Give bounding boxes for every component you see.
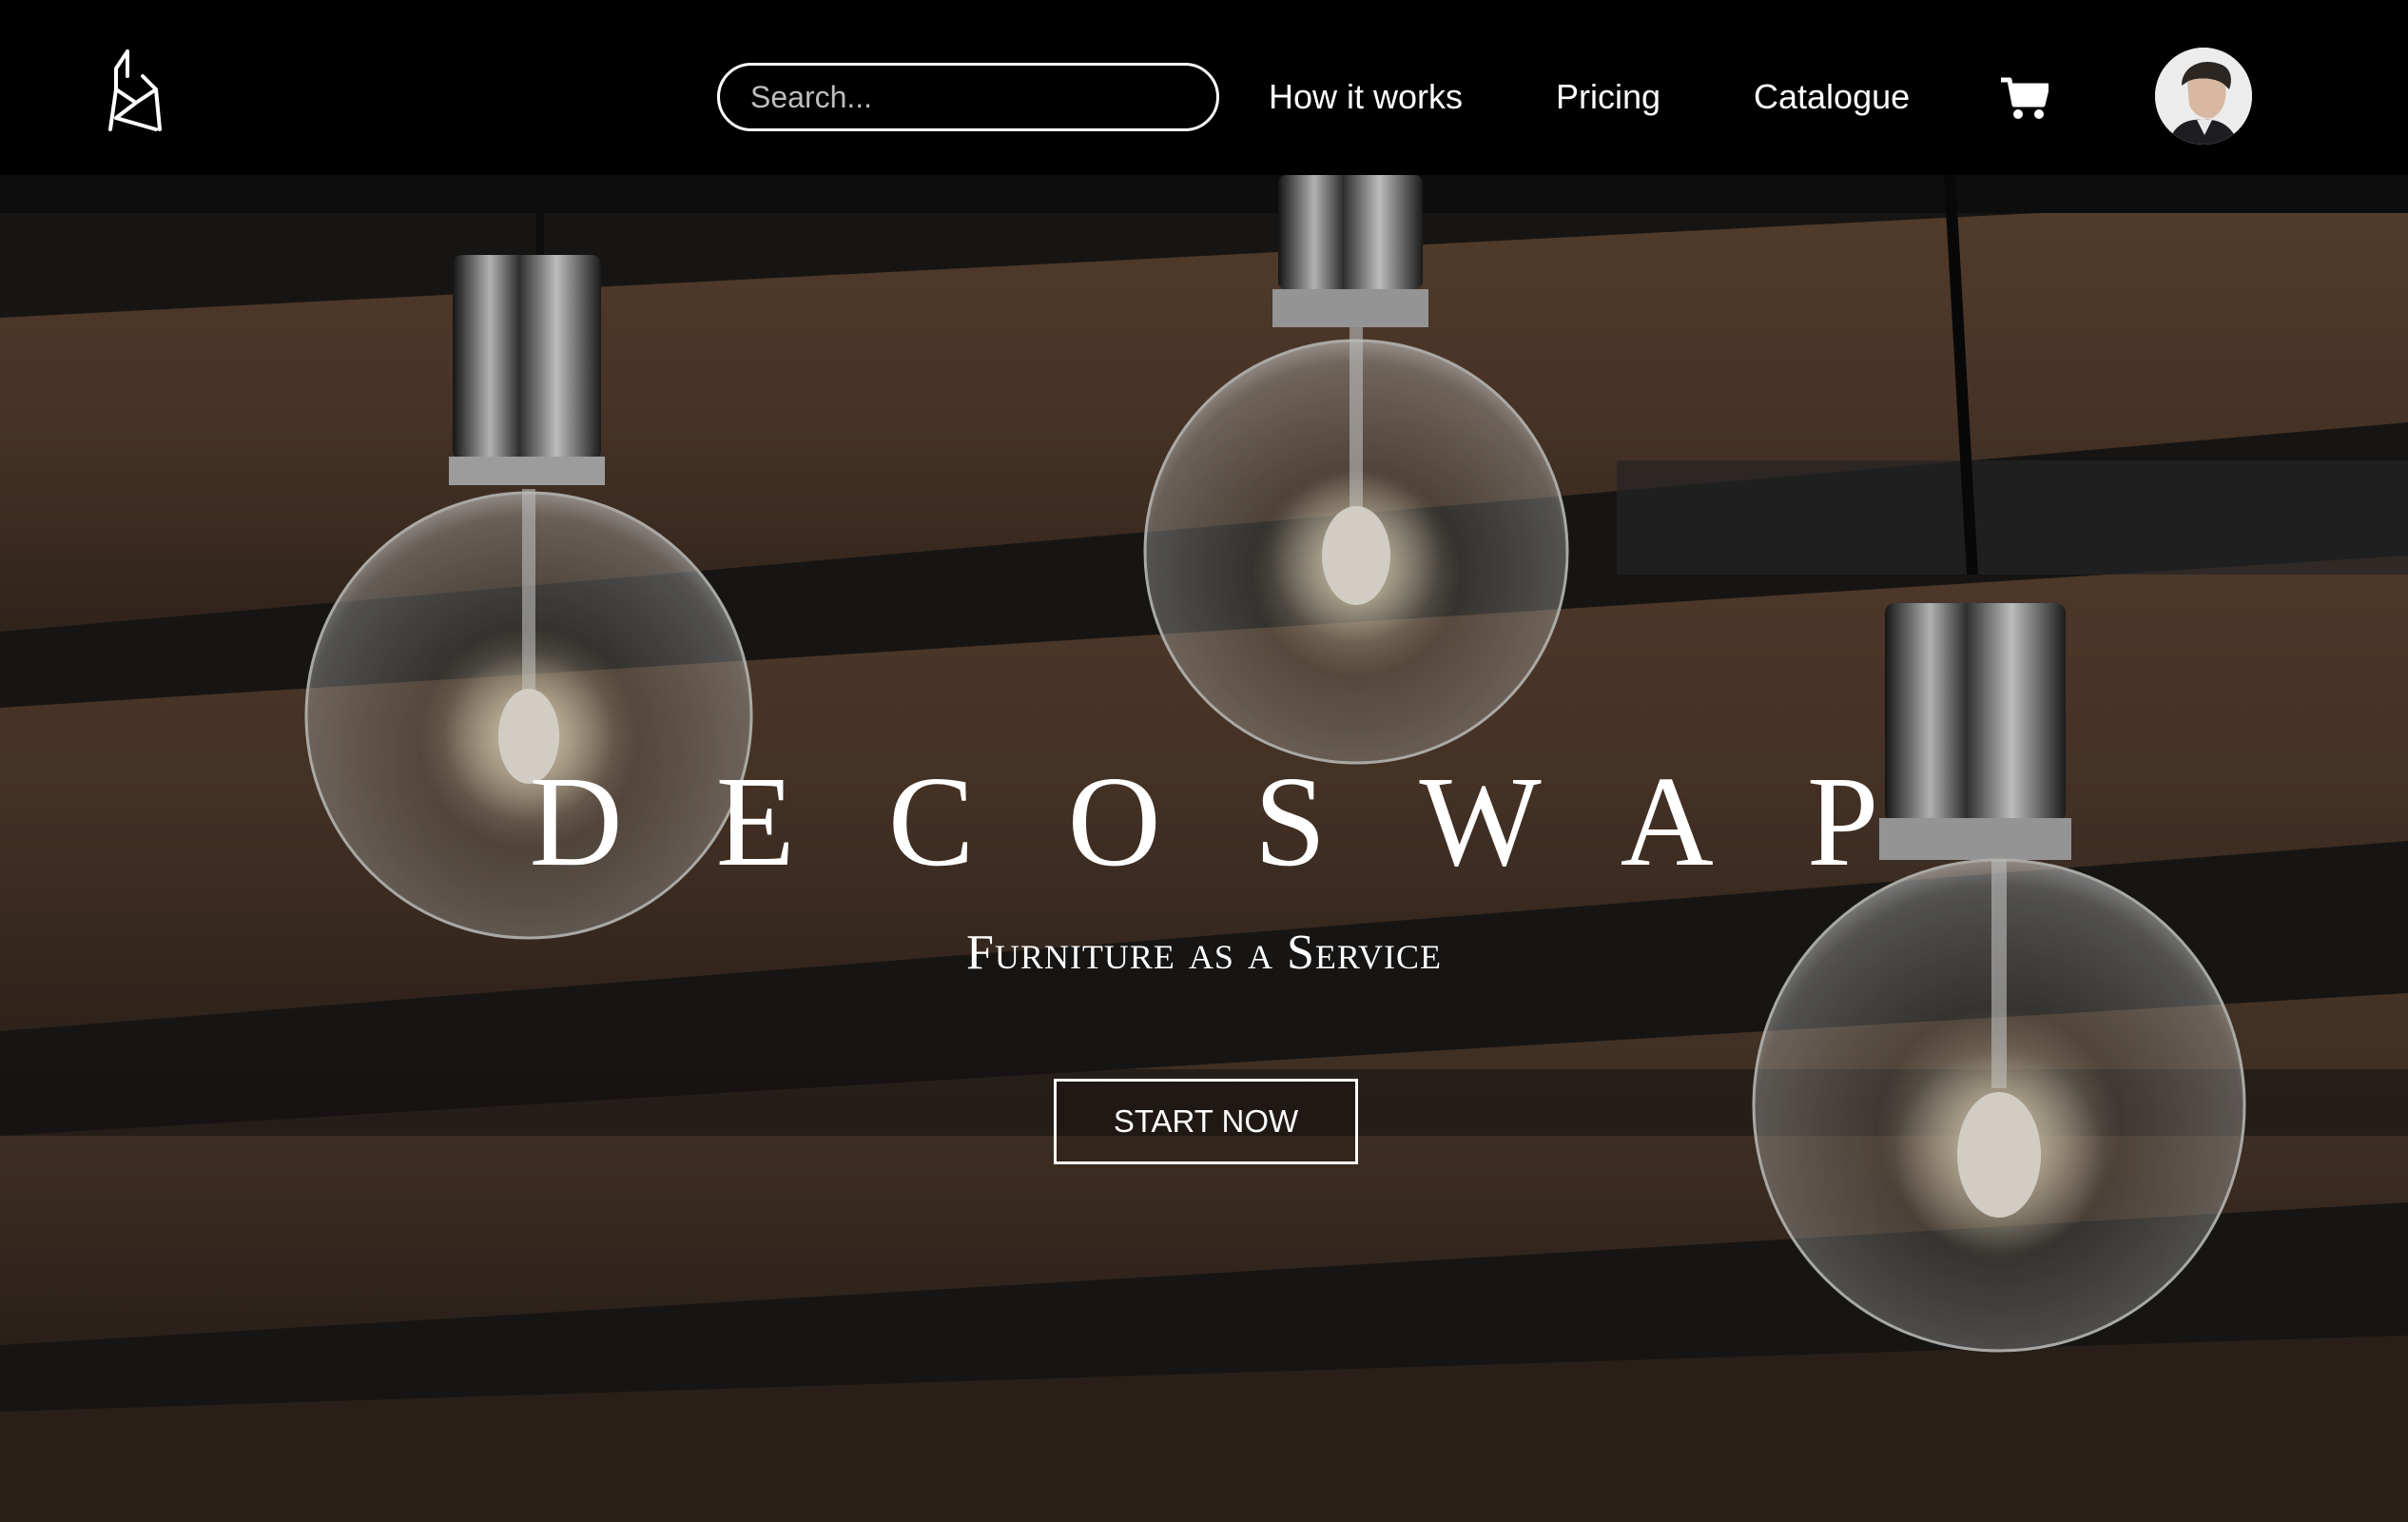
nav-link-catalogue[interactable]: Catalogue	[1754, 70, 1910, 124]
hero-brand-title: DECOSWAP	[529, 751, 1972, 893]
user-avatar[interactable]	[2155, 48, 2252, 145]
start-now-button[interactable]: START NOW	[1054, 1079, 1358, 1164]
decoswap-logo-icon[interactable]	[107, 48, 165, 133]
hero-section: DECOSWAP Furniture as a Service	[0, 175, 2408, 1522]
nav-link-how-it-works[interactable]: How it works	[1269, 70, 1463, 124]
hero-tagline: Furniture as a Service	[966, 926, 1442, 980]
search-input[interactable]	[717, 63, 1219, 131]
shopping-cart-icon[interactable]	[2001, 76, 2049, 120]
top-navbar: How it works Pricing Catalogue	[0, 0, 2408, 175]
nav-link-pricing[interactable]: Pricing	[1556, 70, 1660, 124]
landing-page: How it works Pricing Catalogue	[0, 0, 2408, 1522]
avatar-portrait-image	[2155, 48, 2252, 145]
